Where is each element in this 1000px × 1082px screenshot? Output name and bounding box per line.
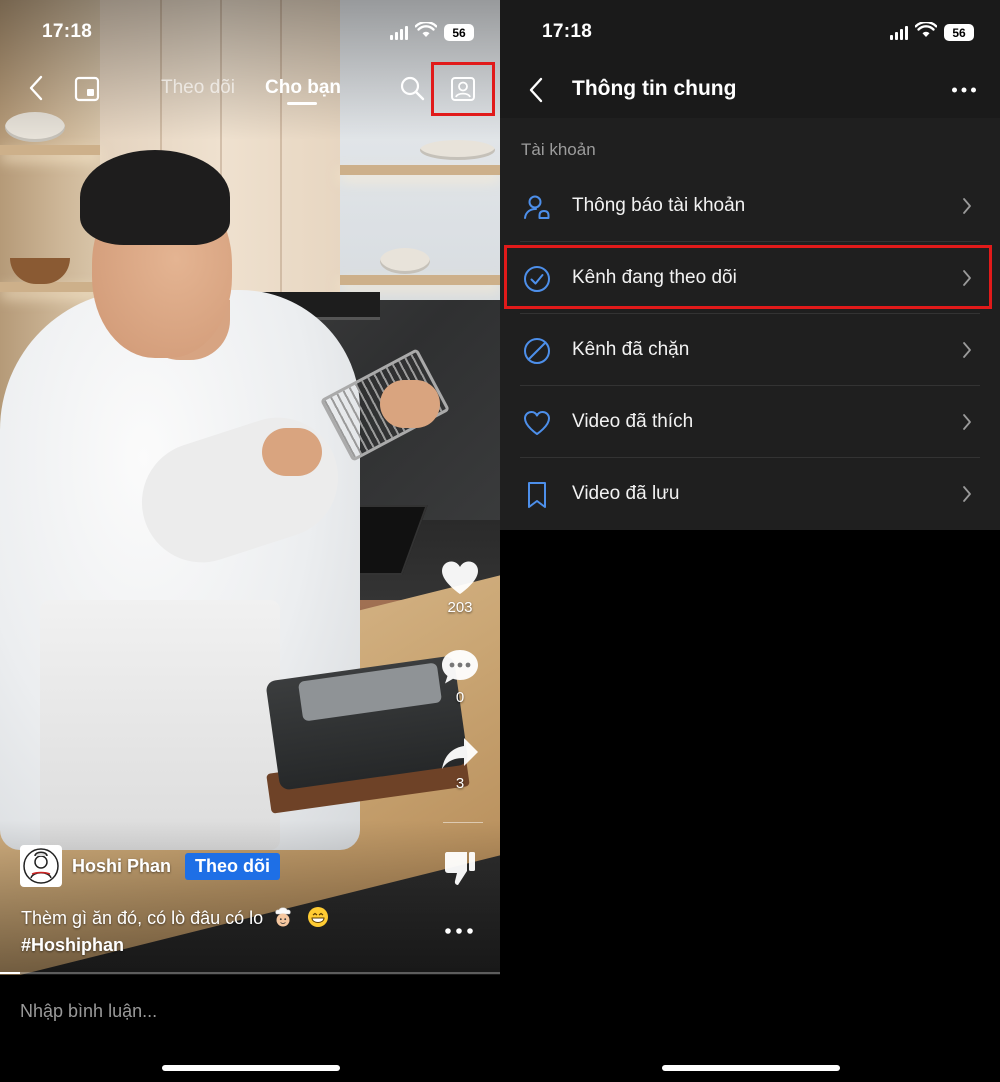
settings-header: Thông tin chung	[500, 62, 1000, 118]
wifi-icon	[914, 20, 938, 43]
author-name[interactable]: Hoshi Phan	[72, 856, 171, 877]
wifi-icon	[414, 20, 438, 43]
signal-icon	[890, 25, 908, 40]
more-options-button[interactable]	[443, 918, 475, 944]
settings-panel: Tài khoản Thông báo tài khoản Kênh đang …	[500, 118, 1000, 530]
dislike-button[interactable]	[442, 848, 478, 888]
search-icon	[400, 76, 425, 101]
menu-item-label: Kênh đang theo dõi	[572, 267, 737, 288]
back-button[interactable]	[22, 74, 50, 102]
profile-icon	[451, 77, 475, 101]
share-count: 3	[455, 775, 465, 792]
check-circle-icon	[522, 264, 552, 294]
video-player[interactable]	[0, 0, 500, 975]
home-indicator[interactable]	[162, 1065, 340, 1071]
caption-hashtag[interactable]: #Hoshiphan	[21, 932, 329, 959]
comment-button[interactable]: 0	[430, 648, 490, 706]
caption-text: Thèm gì ăn đó, có lò đâu có lo	[21, 908, 264, 928]
picture-in-picture-icon	[74, 76, 100, 102]
menu-item-blocked-channels[interactable]: Kênh đã chặn	[500, 315, 1000, 386]
active-tab-indicator	[287, 102, 317, 105]
video-feed-screen: 17:18 56 Theo dõi Cho bạn 203 0 3 Hoshi …	[0, 0, 500, 1082]
comment-count: 0	[455, 689, 465, 706]
chevron-left-icon	[29, 75, 43, 101]
account-notification-icon	[522, 192, 552, 222]
search-button[interactable]	[398, 74, 426, 102]
status-bar: 17:18 56	[0, 0, 500, 62]
status-time: 17:18	[42, 21, 93, 42]
empty-area	[500, 530, 1000, 1082]
like-button[interactable]: 203	[430, 560, 490, 616]
menu-item-label: Thông báo tài khoản	[572, 195, 746, 216]
follow-button[interactable]: Theo dõi	[185, 852, 281, 880]
more-dots-icon	[445, 928, 473, 934]
bookmark-icon	[522, 480, 552, 510]
thumbs-down-icon	[445, 852, 475, 885]
status-time: 17:18	[542, 21, 593, 42]
home-indicator[interactable]	[662, 1065, 840, 1071]
video-caption: Thèm gì ăn đó, có lò đâu có lo #Hoshipha…	[21, 905, 329, 959]
settings-screen: 17:18 56 Thông tin chung Tài khoản Thông…	[500, 0, 1000, 1082]
chevron-right-icon	[962, 341, 972, 364]
chef-emoji-icon	[268, 907, 299, 928]
menu-item-saved-videos[interactable]: Video đã lưu	[500, 459, 1000, 530]
comment-input[interactable]	[20, 997, 480, 1025]
tab-following[interactable]: Theo dõi	[161, 77, 235, 99]
comment-bubble-icon	[442, 650, 478, 684]
block-icon	[522, 336, 552, 366]
more-options-button[interactable]	[948, 76, 980, 104]
chevron-right-icon	[962, 197, 972, 220]
share-arrow-icon	[442, 738, 478, 769]
status-bar: 17:18 56	[500, 0, 1000, 62]
heart-outline-icon	[522, 408, 552, 438]
profile-button[interactable]	[448, 74, 478, 104]
battery-icon: 56	[944, 24, 974, 41]
signal-icon	[390, 25, 408, 40]
menu-item-label: Video đã thích	[572, 411, 694, 432]
more-dots-icon	[952, 87, 976, 93]
menu-item-label: Video đã lưu	[572, 483, 680, 504]
author-row: Hoshi Phan Theo dõi	[20, 845, 281, 887]
chevron-right-icon	[962, 413, 972, 436]
author-avatar[interactable]	[20, 845, 62, 887]
section-label-account: Tài khoản	[521, 140, 596, 159]
chevron-right-icon	[962, 269, 972, 292]
menu-item-liked-videos[interactable]: Video đã thích	[500, 387, 1000, 458]
share-button[interactable]: 3	[430, 736, 490, 792]
heart-icon	[442, 561, 478, 594]
page-title: Thông tin chung	[572, 77, 737, 100]
grin-emoji-icon	[299, 907, 329, 928]
pip-button[interactable]	[73, 75, 101, 103]
like-count: 203	[447, 599, 473, 616]
tab-for-you[interactable]: Cho bạn	[265, 77, 341, 99]
back-button[interactable]	[522, 76, 550, 104]
video-progress-bar[interactable]	[0, 972, 500, 974]
chevron-left-icon	[529, 77, 543, 103]
menu-item-label: Kênh đã chặn	[572, 339, 690, 360]
menu-item-account-notifications[interactable]: Thông báo tài khoản	[500, 171, 1000, 242]
menu-item-following-channels[interactable]: Kênh đang theo dõi	[500, 243, 1000, 314]
chef-logo-icon	[23, 848, 59, 884]
battery-icon: 56	[444, 24, 474, 41]
chevron-right-icon	[962, 485, 972, 508]
video-progress-fill	[0, 972, 20, 974]
